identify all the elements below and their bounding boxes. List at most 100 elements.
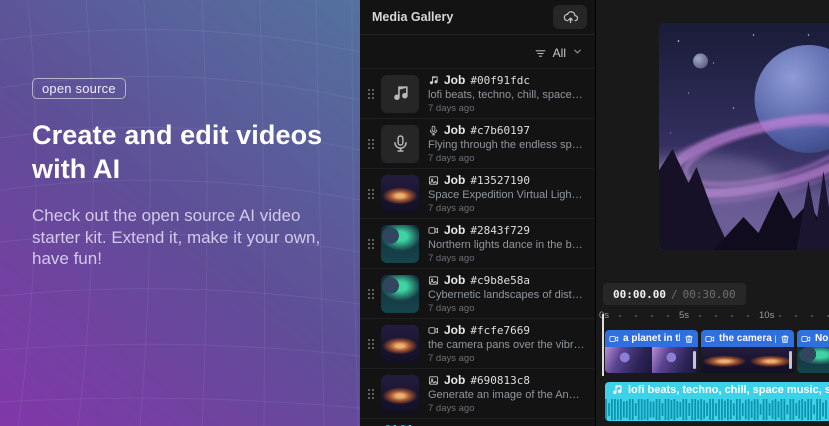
job-id: #fcfe7669	[470, 324, 530, 337]
ruler-tick	[667, 315, 669, 317]
filter-selected-value: All	[553, 46, 566, 60]
job-id: #00f91fdc	[470, 74, 530, 87]
drag-handle-icon[interactable]	[366, 289, 376, 299]
drag-handle-icon[interactable]	[366, 89, 376, 99]
microphone-icon	[428, 125, 439, 136]
open-source-badge: open source	[32, 78, 126, 99]
job-list-item[interactable]: Job#28a4de2a	[360, 418, 595, 426]
clip-filmstrip	[605, 347, 698, 373]
drag-handle-icon[interactable]	[366, 389, 376, 399]
job-timestamp: 7 days ago	[428, 253, 585, 264]
job-description: the camera pans over the vibrant and…	[428, 339, 585, 351]
job-timestamp: 7 days ago	[428, 203, 585, 214]
job-description: Space Expedition Virtual Light Field…	[428, 189, 585, 201]
video-camera-icon	[801, 334, 811, 344]
audio-clip[interactable]: lofi beats, techno, chill, space music, …	[605, 382, 829, 421]
app-root: open source Create and edit videos with …	[0, 0, 829, 426]
job-timestamp: 7 days ago	[428, 403, 585, 414]
job-description: Cybernetic landscapes of distant world…	[428, 289, 585, 301]
job-description: Northern lights dance in the backgroun…	[428, 239, 585, 251]
music-note-icon	[611, 384, 623, 396]
drag-handle-icon[interactable]	[366, 239, 376, 249]
ruler-tick	[651, 315, 653, 317]
job-list-item[interactable]: Job #fcfe7669 the camera pans over the vib…	[360, 318, 595, 368]
image-icon	[428, 175, 439, 186]
job-thumbnail	[381, 75, 419, 113]
ruler-tick	[731, 315, 733, 317]
video-camera-icon	[428, 225, 439, 236]
upload-button[interactable]	[553, 5, 587, 29]
timecode-current: 00:00.00	[613, 288, 666, 301]
clip-header: a planet in the d	[605, 330, 698, 347]
video-preview[interactable]	[659, 23, 829, 250]
drag-handle-icon[interactable]	[366, 339, 376, 349]
hero-description: Check out the open source AI video start…	[32, 205, 340, 270]
clip-label: a planet in the d	[623, 333, 680, 344]
job-id: #13527190	[470, 174, 530, 187]
drag-handle-icon[interactable]	[366, 189, 376, 199]
hero-title: Create and edit videos with AI	[32, 118, 332, 186]
video-clip[interactable]: Northern lights	[797, 330, 829, 373]
job-id: #690813c8	[470, 374, 530, 387]
cloud-upload-icon	[563, 10, 578, 25]
music-note-icon	[428, 75, 439, 86]
job-title-label: Job	[444, 323, 465, 337]
job-list-item[interactable]: Job#c9b8e58aCybernetic landscapes of dis…	[360, 268, 595, 318]
video-clip[interactable]: a planet in the d	[605, 330, 698, 373]
ruler-tick	[635, 315, 637, 317]
clip-resize-handle[interactable]	[693, 351, 696, 369]
job-list-item[interactable]: Job #00f91fdc lofi beats, techno, chill, s…	[360, 68, 595, 118]
job-timestamp: 7 days ago	[428, 153, 585, 164]
job-thumbnail	[381, 125, 419, 163]
video-camera-icon	[428, 325, 439, 336]
timecode-separator: /	[671, 288, 678, 301]
clip-header: Northern lights	[797, 330, 829, 347]
job-title-label: Job	[444, 123, 465, 137]
chevron-down-icon	[572, 46, 583, 60]
job-thumbnail	[381, 225, 419, 263]
clip-resize-handle[interactable]	[789, 351, 792, 369]
planet-preview-frame	[659, 23, 829, 250]
job-timestamp: 7 days ago	[428, 303, 585, 314]
ruler-tick	[747, 315, 749, 317]
video-clip[interactable]: the camera pans	[701, 330, 794, 373]
job-title-label: Job	[444, 273, 465, 287]
job-thumbnail	[381, 275, 419, 313]
music-note-icon	[391, 84, 410, 103]
trash-icon[interactable]	[684, 334, 694, 344]
playhead[interactable]	[602, 314, 604, 376]
job-description: Generate an image of the Andromeda…	[428, 389, 585, 401]
trash-icon[interactable]	[780, 334, 790, 344]
job-list-item[interactable]: Job#2843f729Northern lights dance in the…	[360, 218, 595, 268]
audio-clip-label: lofi beats, techno, chill, space music, …	[628, 384, 829, 396]
audio-clip-header: lofi beats, techno, chill, space music, …	[605, 382, 829, 396]
ruler-tick	[715, 315, 717, 317]
image-icon	[428, 375, 439, 386]
ruler-tick	[779, 315, 781, 317]
clip-header: the camera pans	[701, 330, 794, 347]
timeline-ruler[interactable]: 0s5s10s	[599, 310, 829, 325]
job-thumbnail	[381, 325, 419, 363]
gallery-title: Media Gallery	[372, 10, 453, 24]
filter-icon	[534, 47, 547, 60]
hero-section: open source Create and edit videos with …	[0, 0, 360, 426]
timecode-display: 00:00.00 / 00:30.00	[603, 283, 746, 305]
video-camera-icon	[705, 334, 715, 344]
editor-panel: 00:00.00 / 00:30.00 0s5s10s a planet in …	[595, 0, 829, 426]
job-list-item[interactable]: Job#c7b60197Flying through the endless s…	[360, 118, 595, 168]
ruler-tick	[619, 315, 621, 317]
job-title-label: Job	[444, 373, 465, 387]
job-thumbnail	[381, 375, 419, 413]
filter-row[interactable]: All	[360, 38, 595, 68]
drag-handle-icon[interactable]	[366, 139, 376, 149]
job-title-label: Job	[444, 73, 465, 87]
job-list-item[interactable]: Job #690813c8 Generate an image of the And…	[360, 368, 595, 418]
job-list: Job #00f91fdc lofi beats, techno, chill, s…	[360, 68, 595, 426]
video-camera-icon	[609, 334, 619, 344]
job-list-item[interactable]: Job#13527190Space Expedition Virtual Lig…	[360, 168, 595, 218]
job-thumbnail	[381, 175, 419, 213]
video-track: a planet in the d the camera pansNorthern…	[605, 330, 829, 373]
job-description: lofi beats, techno, chill, space music,…	[428, 89, 585, 101]
ruler-tick-label: 0s	[599, 310, 609, 321]
ruler-tick-label: 10s	[759, 310, 774, 321]
